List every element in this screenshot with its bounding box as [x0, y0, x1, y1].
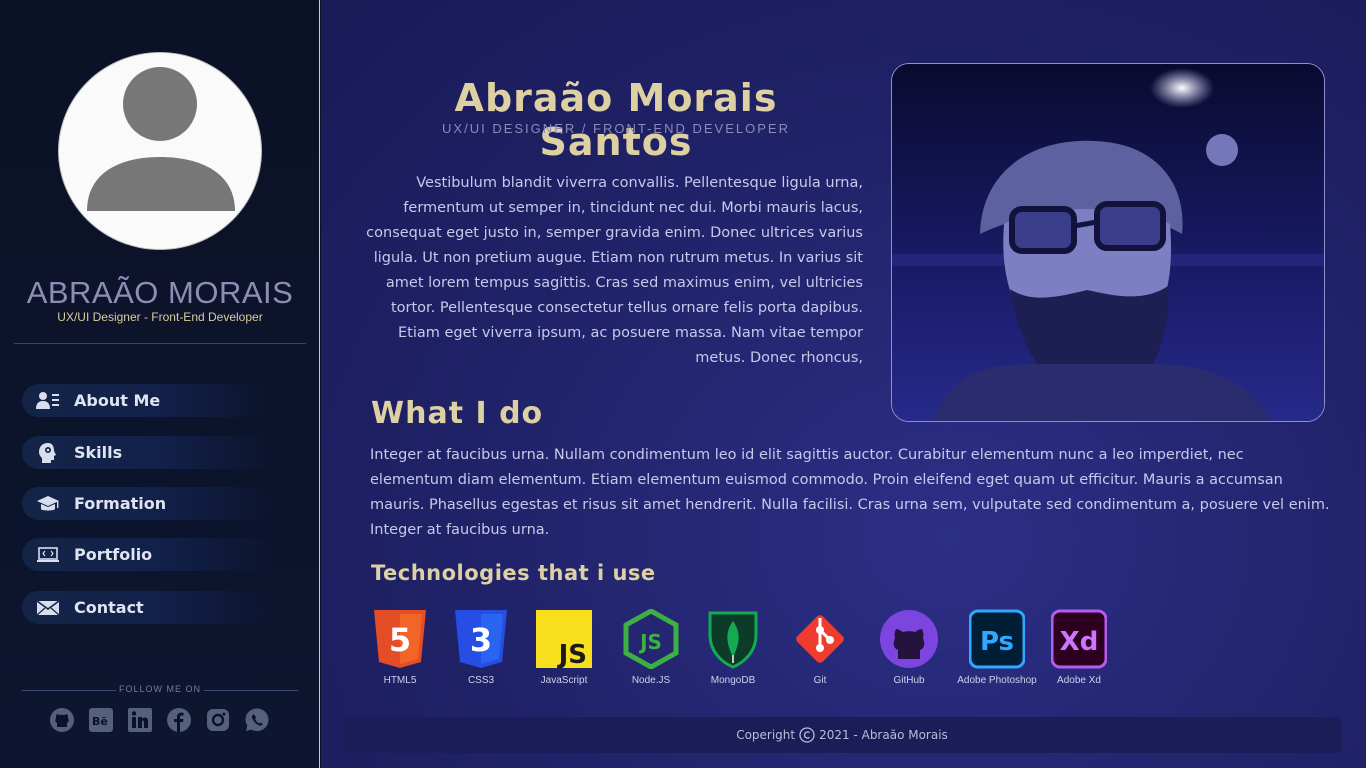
what-i-do-heading: What I do	[371, 396, 544, 431]
tech-item-github: GitHub	[869, 608, 949, 686]
github-icon	[869, 608, 949, 670]
nav-item-contact[interactable]: Contact	[22, 591, 272, 624]
css3-icon: 3	[441, 608, 521, 670]
nav-label-about-me: About Me	[74, 391, 161, 410]
tech-label-javascript: JavaScript	[540, 675, 588, 686]
html5-badge: 5	[389, 621, 411, 659]
footer: Coperight 2021 - Abraão Morais	[343, 717, 1341, 753]
page-title: Abraão Morais Santos	[454, 76, 778, 164]
tech-item-photoshop: Ps Adobe Photoshop	[953, 608, 1041, 686]
tech-label-mongodb: MongoDB	[710, 675, 756, 686]
tech-item-css3: 3 CSS3	[441, 608, 521, 686]
tech-label-html5: HTML5	[383, 675, 417, 686]
github-icon[interactable]	[49, 707, 75, 733]
nodejs-badge: JS	[638, 630, 662, 654]
tech-label-photoshop: Adobe Photoshop	[957, 675, 1037, 686]
intro-paragraph: Vestibulum blandit viverra convallis. Pe…	[366, 175, 863, 366]
facebook-icon[interactable]	[166, 707, 192, 733]
follow-divider-right	[204, 690, 298, 691]
mongodb-icon	[693, 608, 773, 670]
nav-item-formation[interactable]: Formation	[22, 487, 272, 520]
tech-label-nodejs: Node.JS	[631, 675, 671, 686]
behance-icon[interactable]: Bē	[88, 707, 114, 733]
head-gear-icon	[22, 442, 74, 464]
tech-label-css3: CSS3	[467, 675, 495, 686]
envelope-icon	[22, 599, 74, 617]
sidebar-divider	[14, 343, 306, 344]
technologies-heading: Technologies that i use	[371, 561, 656, 585]
footer-prefix: Coperight	[736, 728, 796, 742]
tech-label-adobe-xd: Adobe Xd	[1057, 675, 1101, 686]
javascript-icon: JS	[524, 608, 604, 670]
photoshop-badge: Ps	[980, 627, 1014, 657]
nav-item-skills[interactable]: Skills	[22, 436, 272, 469]
tech-item-adobe-xd: Xd Adobe Xd	[1039, 608, 1119, 686]
javascript-badge: JS	[557, 640, 587, 669]
copyright-icon	[799, 727, 815, 743]
what-i-do-paragraph: Integer at faucibus urna. Nullam condime…	[370, 447, 1330, 538]
nav-item-portfolio[interactable]: Portfolio	[22, 538, 272, 571]
tech-item-javascript: JS JavaScript	[524, 608, 604, 686]
nav-item-about-me[interactable]: About Me	[22, 384, 272, 417]
adobe-xd-icon: Xd	[1039, 608, 1119, 670]
follow-me-label: FOLLOW ME ON	[118, 684, 201, 694]
linkedin-icon[interactable]	[127, 707, 153, 733]
git-icon	[780, 608, 860, 670]
sidebar-name: ABRAÃO MORAIS	[26, 275, 294, 310]
tech-label-github: GitHub	[893, 675, 925, 686]
tech-item-mongodb: MongoDB	[693, 608, 773, 686]
page-subtitle: UX/UI DESIGNER / FRONT-END DEVELOPER	[442, 121, 790, 136]
css3-badge: 3	[470, 621, 492, 659]
code-monitor-icon	[22, 546, 74, 564]
adobe-xd-badge: Xd	[1060, 627, 1099, 657]
profile-avatar	[58, 52, 262, 250]
svg-text:Bē: Bē	[92, 715, 108, 728]
nav-label-skills: Skills	[74, 443, 123, 462]
sidebar-role: UX/UI Designer - Front-End Developer	[57, 310, 263, 324]
main-content: Abraão Morais Santos UX/UI DESIGNER / FR…	[321, 0, 1366, 768]
profile-photo	[891, 63, 1325, 422]
user-silhouette-icon	[87, 67, 235, 211]
nav-label-contact: Contact	[74, 598, 144, 617]
tech-item-git: Git	[780, 608, 860, 686]
tech-item-html5: 5 HTML5	[360, 608, 440, 686]
html5-icon: 5	[360, 608, 440, 670]
nav-label-portfolio: Portfolio	[74, 545, 153, 564]
sidebar: ABRAÃO MORAIS UX/UI Designer - Front-End…	[0, 0, 320, 768]
nodejs-icon: JS	[611, 608, 691, 670]
user-list-icon	[22, 391, 74, 411]
whatsapp-icon[interactable]	[244, 707, 270, 733]
photoshop-icon: Ps	[953, 608, 1041, 670]
graduation-cap-icon	[22, 494, 74, 514]
tech-item-nodejs: JS Node.JS	[611, 608, 691, 686]
tech-label-git: Git	[813, 675, 827, 686]
nav-label-formation: Formation	[74, 494, 167, 513]
instagram-icon[interactable]	[205, 707, 231, 733]
footer-text: 2021 - Abraão Morais	[819, 728, 948, 742]
